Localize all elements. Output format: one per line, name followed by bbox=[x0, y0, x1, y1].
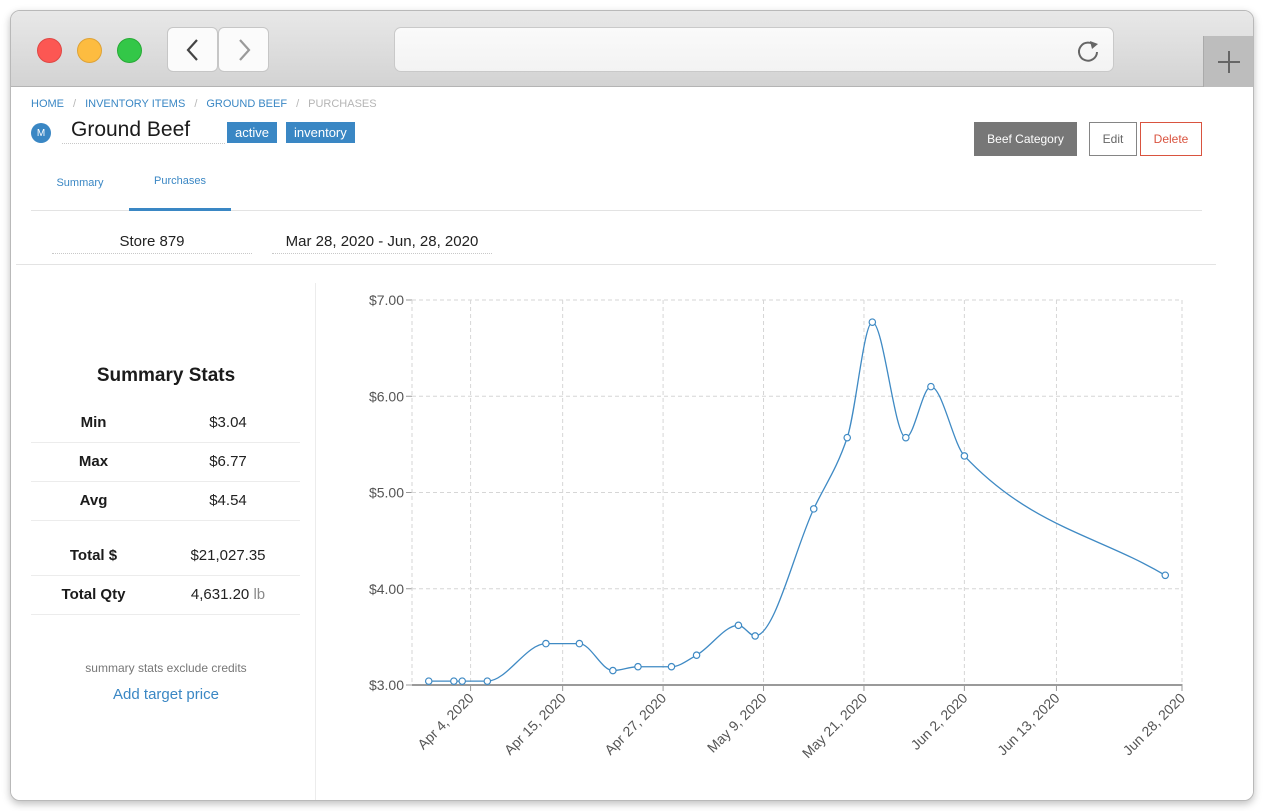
breadcrumb-separator: / bbox=[194, 98, 198, 110]
stat-value: $21,027.35 bbox=[190, 547, 266, 564]
data-point bbox=[902, 433, 910, 442]
stat-label: Max bbox=[78, 453, 109, 470]
stat-value: $6.77 bbox=[209, 453, 247, 470]
stat-label: Avg bbox=[79, 492, 108, 509]
data-point bbox=[843, 433, 852, 442]
stat-value: $4.54 bbox=[209, 492, 247, 509]
data-point bbox=[1161, 571, 1170, 580]
stat-row-total-dollars: Total $ $21,027.35 bbox=[31, 537, 300, 576]
new-tab-button[interactable] bbox=[1203, 36, 1253, 87]
summary-stats-title: Summary Stats bbox=[96, 365, 236, 386]
stat-value: $3.04 bbox=[209, 414, 247, 431]
tab-purchases[interactable]: Purchases bbox=[129, 154, 231, 211]
y-tick-label: $6.00 bbox=[369, 388, 404, 404]
back-button[interactable] bbox=[167, 27, 218, 72]
x-tick-label: May 9, 2020 bbox=[704, 690, 770, 756]
store-filter[interactable]: Store 879 bbox=[52, 230, 252, 254]
qty-unit: lb bbox=[253, 586, 266, 603]
reload-icon[interactable] bbox=[1075, 38, 1101, 64]
data-point bbox=[751, 632, 759, 640]
stat-label: Total Qty bbox=[61, 586, 126, 603]
breadcrumb-purchases: PURCHASES bbox=[308, 98, 377, 110]
close-window-button[interactable] bbox=[37, 38, 62, 63]
x-tick-label: Jun 28, 2020 bbox=[1120, 690, 1189, 759]
minimize-window-button[interactable] bbox=[77, 38, 102, 63]
y-tick-label: $4.00 bbox=[369, 581, 404, 597]
data-point bbox=[609, 666, 617, 675]
browser-window: HOME / INVENTORY ITEMS / GROUND BEEF / PURCHAS… bbox=[10, 10, 1254, 801]
data-point bbox=[424, 677, 433, 685]
qty-number: 4,631.20 bbox=[190, 586, 250, 603]
x-tick-label: Apr 27, 2020 bbox=[601, 690, 669, 758]
chevron-right-icon bbox=[238, 38, 250, 61]
stat-row-max: Max $6.77 bbox=[31, 443, 300, 482]
tab-bar: Summary Purchases bbox=[31, 154, 1202, 211]
summary-stats-panel: Summary Stats Min $3.04 Max $6.77 Avg $4… bbox=[11, 283, 316, 800]
data-point bbox=[868, 318, 877, 326]
add-target-price-link[interactable]: Add target price bbox=[11, 686, 321, 703]
avatar: M bbox=[31, 123, 51, 143]
forward-button[interactable] bbox=[218, 27, 269, 72]
breadcrumb: HOME / INVENTORY ITEMS / GROUND BEEF / PURCHAS… bbox=[31, 98, 377, 110]
type-badge: inventory bbox=[286, 122, 355, 143]
x-tick-label: May 21, 2020 bbox=[799, 690, 870, 761]
edit-button[interactable]: Edit bbox=[1089, 122, 1137, 156]
y-tick-label: $5.00 bbox=[369, 485, 404, 501]
series-line bbox=[428, 321, 1166, 682]
y-tick-label: $7.00 bbox=[369, 292, 404, 308]
price-chart: $3.00 $4.00 $5.00 $6.00 $7.00 Apr 4, 2020 Apr … bbox=[317, 283, 1253, 800]
data-point bbox=[927, 382, 935, 391]
breadcrumb-inventory-items[interactable]: INVENTORY ITEMS bbox=[85, 98, 185, 110]
category-button[interactable]: Beef Category bbox=[974, 122, 1077, 156]
x-tick-label: Jun 2, 2020 bbox=[907, 690, 970, 753]
x-tick-label: Jun 13, 2020 bbox=[994, 690, 1063, 759]
data-point bbox=[692, 651, 701, 659]
data-point bbox=[960, 452, 969, 460]
delete-button[interactable]: Delete bbox=[1140, 122, 1202, 156]
stat-row-min: Min $3.04 bbox=[31, 404, 300, 443]
data-point bbox=[667, 662, 676, 671]
stats-note: summary stats exclude credits bbox=[85, 661, 247, 675]
breadcrumb-ground-beef[interactable]: GROUND BEEF bbox=[206, 98, 287, 110]
data-point bbox=[542, 639, 550, 648]
data-point bbox=[450, 677, 458, 685]
stat-row-avg: Avg $4.54 bbox=[31, 482, 300, 521]
filter-bar: Store 879 Mar 28, 2020 - Jun, 28, 2020 bbox=[16, 212, 1216, 265]
maximize-window-button[interactable] bbox=[117, 38, 142, 63]
stat-label: Total $ bbox=[69, 547, 118, 564]
stat-label: Min bbox=[80, 414, 107, 431]
price-chart-svg: $3.00 $4.00 $5.00 $6.00 $7.00 Apr 4, 2020 Apr … bbox=[369, 292, 1189, 761]
status-badge: active bbox=[227, 122, 277, 143]
x-tick-label: Apr 15, 2020 bbox=[501, 690, 569, 758]
data-point bbox=[458, 677, 467, 685]
page-content: HOME / INVENTORY ITEMS / GROUND BEEF / PURCHAS… bbox=[11, 88, 1253, 800]
tab-summary[interactable]: Summary bbox=[31, 154, 129, 211]
address-bar[interactable] bbox=[394, 27, 1114, 72]
data-point bbox=[575, 639, 584, 648]
breadcrumb-separator: / bbox=[73, 98, 77, 110]
breadcrumb-separator: / bbox=[296, 98, 300, 110]
browser-titlebar bbox=[11, 11, 1253, 87]
data-point bbox=[809, 505, 818, 513]
data-point bbox=[734, 621, 743, 630]
plus-icon bbox=[1217, 50, 1240, 73]
data-point bbox=[483, 677, 492, 685]
chevron-left-icon bbox=[186, 38, 198, 61]
stat-value: 4,631.20 lb bbox=[156, 586, 300, 603]
item-title[interactable]: Ground Beef bbox=[62, 116, 225, 144]
date-range-filter[interactable]: Mar 28, 2020 - Jun, 28, 2020 bbox=[272, 230, 492, 254]
x-tick-label: Apr 4, 2020 bbox=[414, 690, 477, 753]
y-tick-label: $3.00 bbox=[369, 677, 404, 693]
breadcrumb-home[interactable]: HOME bbox=[31, 98, 64, 110]
data-point bbox=[634, 662, 642, 671]
stat-row-total-qty: Total Qty 4,631.20 lb bbox=[31, 576, 300, 615]
